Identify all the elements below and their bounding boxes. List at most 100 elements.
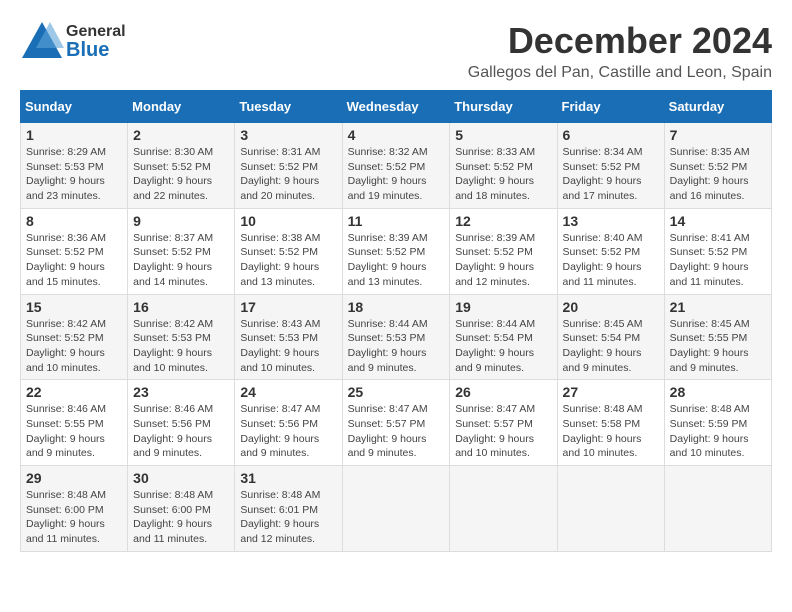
day-number: 11 [348,213,445,229]
day-info: Sunrise: 8:48 AMSunset: 6:00 PMDaylight:… [133,489,213,545]
day-info: Sunrise: 8:47 AMSunset: 5:57 PMDaylight:… [348,403,428,459]
logo: General Blue [20,20,126,64]
day-number: 31 [240,470,336,486]
weekday-header-thursday: Thursday [450,91,557,123]
day-number: 4 [348,127,445,143]
calendar-cell: 22 Sunrise: 8:46 AMSunset: 5:55 PMDayligh… [21,380,128,466]
day-info: Sunrise: 8:46 AMSunset: 5:55 PMDaylight:… [26,403,106,459]
calendar-cell: 20 Sunrise: 8:45 AMSunset: 5:54 PMDayligh… [557,294,664,380]
calendar-cell: 29Sunrise: 8:48 AMSunset: 6:00 PMDayligh… [21,466,128,552]
calendar-cell: 2 Sunrise: 8:30 AMSunset: 5:52 PMDaylight… [128,123,235,209]
weekday-header-saturday: Saturday [664,91,771,123]
calendar-cell: 30Sunrise: 8:48 AMSunset: 6:00 PMDayligh… [128,466,235,552]
weekday-header-row: SundayMondayTuesdayWednesdayThursdayFrid… [21,91,772,123]
day-info: Sunrise: 8:44 AMSunset: 5:54 PMDaylight:… [455,318,535,374]
day-info: Sunrise: 8:46 AMSunset: 5:56 PMDaylight:… [133,403,213,459]
day-number: 8 [26,213,122,229]
day-info: Sunrise: 8:48 AMSunset: 6:01 PMDaylight:… [240,489,320,545]
day-info: Sunrise: 8:47 AMSunset: 5:57 PMDaylight:… [455,403,535,459]
logo-blue: Blue [66,40,126,60]
day-number: 3 [240,127,336,143]
calendar-table: SundayMondayTuesdayWednesdayThursdayFrid… [20,90,772,552]
day-info: Sunrise: 8:37 AMSunset: 5:52 PMDaylight:… [133,232,213,288]
day-number: 26 [455,384,551,400]
calendar-header: SundayMondayTuesdayWednesdayThursdayFrid… [21,91,772,123]
day-number: 6 [563,127,659,143]
calendar-cell: 23Sunrise: 8:46 AMSunset: 5:56 PMDayligh… [128,380,235,466]
day-info: Sunrise: 8:38 AMSunset: 5:52 PMDaylight:… [240,232,320,288]
day-info: Sunrise: 8:45 AMSunset: 5:54 PMDaylight:… [563,318,643,374]
logo-general: General [66,24,126,40]
calendar-cell: 5 Sunrise: 8:33 AMSunset: 5:52 PMDaylight… [450,123,557,209]
calendar-cell: 11 Sunrise: 8:39 AMSunset: 5:52 PMDayligh… [342,208,450,294]
month-title: December 2024 [468,20,772,62]
day-info: Sunrise: 8:40 AMSunset: 5:52 PMDaylight:… [563,232,643,288]
weekday-header-tuesday: Tuesday [235,91,342,123]
calendar-cell: 18 Sunrise: 8:44 AMSunset: 5:53 PMDayligh… [342,294,450,380]
calendar-cell [664,466,771,552]
calendar-week-row: 29 Sunrise: 8:48 AMSunset: 6:00 PMDayligh… [21,466,772,552]
calendar-cell: 24Sunrise: 8:47 AMSunset: 5:56 PMDayligh… [235,380,342,466]
calendar-cell [450,466,557,552]
calendar-cell: 17Sunrise: 8:43 AMSunset: 5:53 PMDayligh… [235,294,342,380]
calendar-cell: 3Sunrise: 8:31 AMSunset: 5:52 PMDaylight… [235,123,342,209]
logo-text: General Blue [66,24,126,60]
calendar-cell: 14 Sunrise: 8:41 AMSunset: 5:52 PMDayligh… [664,208,771,294]
calendar-cell: 9 Sunrise: 8:37 AMSunset: 5:52 PMDaylight… [128,208,235,294]
day-number: 21 [670,299,766,315]
calendar-body: 1 Sunrise: 8:29 AMSunset: 5:53 PMDaylight… [21,123,772,552]
logo-icon [20,20,64,64]
calendar-cell: 26 Sunrise: 8:47 AMSunset: 5:57 PMDayligh… [450,380,557,466]
day-number: 29 [26,470,122,486]
calendar-cell: 27 Sunrise: 8:48 AMSunset: 5:58 PMDayligh… [557,380,664,466]
calendar-cell: 8Sunrise: 8:36 AMSunset: 5:52 PMDaylight… [21,208,128,294]
day-number: 15 [26,299,122,315]
day-info: Sunrise: 8:43 AMSunset: 5:53 PMDaylight:… [240,318,320,374]
day-info: Sunrise: 8:39 AMSunset: 5:52 PMDaylight:… [455,232,535,288]
day-number: 7 [670,127,766,143]
day-info: Sunrise: 8:48 AMSunset: 5:58 PMDaylight:… [563,403,643,459]
calendar-cell: 21Sunrise: 8:45 AMSunset: 5:55 PMDayligh… [664,294,771,380]
calendar-cell: 12Sunrise: 8:39 AMSunset: 5:52 PMDayligh… [450,208,557,294]
day-info: Sunrise: 8:44 AMSunset: 5:53 PMDaylight:… [348,318,428,374]
calendar-cell: 10 Sunrise: 8:38 AMSunset: 5:52 PMDayligh… [235,208,342,294]
day-number: 5 [455,127,551,143]
page-header: General Blue December 2024 Gallegos del … [20,20,772,82]
day-number: 16 [133,299,229,315]
day-info: Sunrise: 8:39 AMSunset: 5:52 PMDaylight:… [348,232,428,288]
calendar-week-row: 1 Sunrise: 8:29 AMSunset: 5:53 PMDaylight… [21,123,772,209]
weekday-header-monday: Monday [128,91,235,123]
day-info: Sunrise: 8:47 AMSunset: 5:56 PMDaylight:… [240,403,320,459]
calendar-cell: 7 Sunrise: 8:35 AMSunset: 5:52 PMDaylight… [664,123,771,209]
day-number: 2 [133,127,229,143]
day-number: 13 [563,213,659,229]
day-number: 20 [563,299,659,315]
day-number: 10 [240,213,336,229]
day-number: 25 [348,384,445,400]
day-info: Sunrise: 8:41 AMSunset: 5:52 PMDaylight:… [670,232,750,288]
calendar-cell: 6 Sunrise: 8:34 AMSunset: 5:52 PMDaylight… [557,123,664,209]
day-info: Sunrise: 8:30 AMSunset: 5:52 PMDaylight:… [133,146,213,202]
calendar-cell [342,466,450,552]
calendar-cell [557,466,664,552]
day-info: Sunrise: 8:33 AMSunset: 5:52 PMDaylight:… [455,146,535,202]
day-info: Sunrise: 8:29 AMSunset: 5:53 PMDaylight:… [26,146,106,202]
day-number: 27 [563,384,659,400]
calendar-cell: 4Sunrise: 8:32 AMSunset: 5:52 PMDaylight… [342,123,450,209]
weekday-header-friday: Friday [557,91,664,123]
calendar-cell: 1 Sunrise: 8:29 AMSunset: 5:53 PMDaylight… [21,123,128,209]
calendar-cell: 15Sunrise: 8:42 AMSunset: 5:52 PMDayligh… [21,294,128,380]
day-number: 19 [455,299,551,315]
calendar-cell: 31 Sunrise: 8:48 AMSunset: 6:01 PMDayligh… [235,466,342,552]
weekday-header-wednesday: Wednesday [342,91,450,123]
day-info: Sunrise: 8:42 AMSunset: 5:53 PMDaylight:… [133,318,213,374]
day-number: 1 [26,127,122,143]
day-number: 22 [26,384,122,400]
day-info: Sunrise: 8:35 AMSunset: 5:52 PMDaylight:… [670,146,750,202]
day-info: Sunrise: 8:34 AMSunset: 5:52 PMDaylight:… [563,146,643,202]
day-info: Sunrise: 8:48 AMSunset: 5:59 PMDaylight:… [670,403,750,459]
calendar-cell: 25 Sunrise: 8:47 AMSunset: 5:57 PMDayligh… [342,380,450,466]
day-number: 18 [348,299,445,315]
day-number: 9 [133,213,229,229]
day-number: 14 [670,213,766,229]
